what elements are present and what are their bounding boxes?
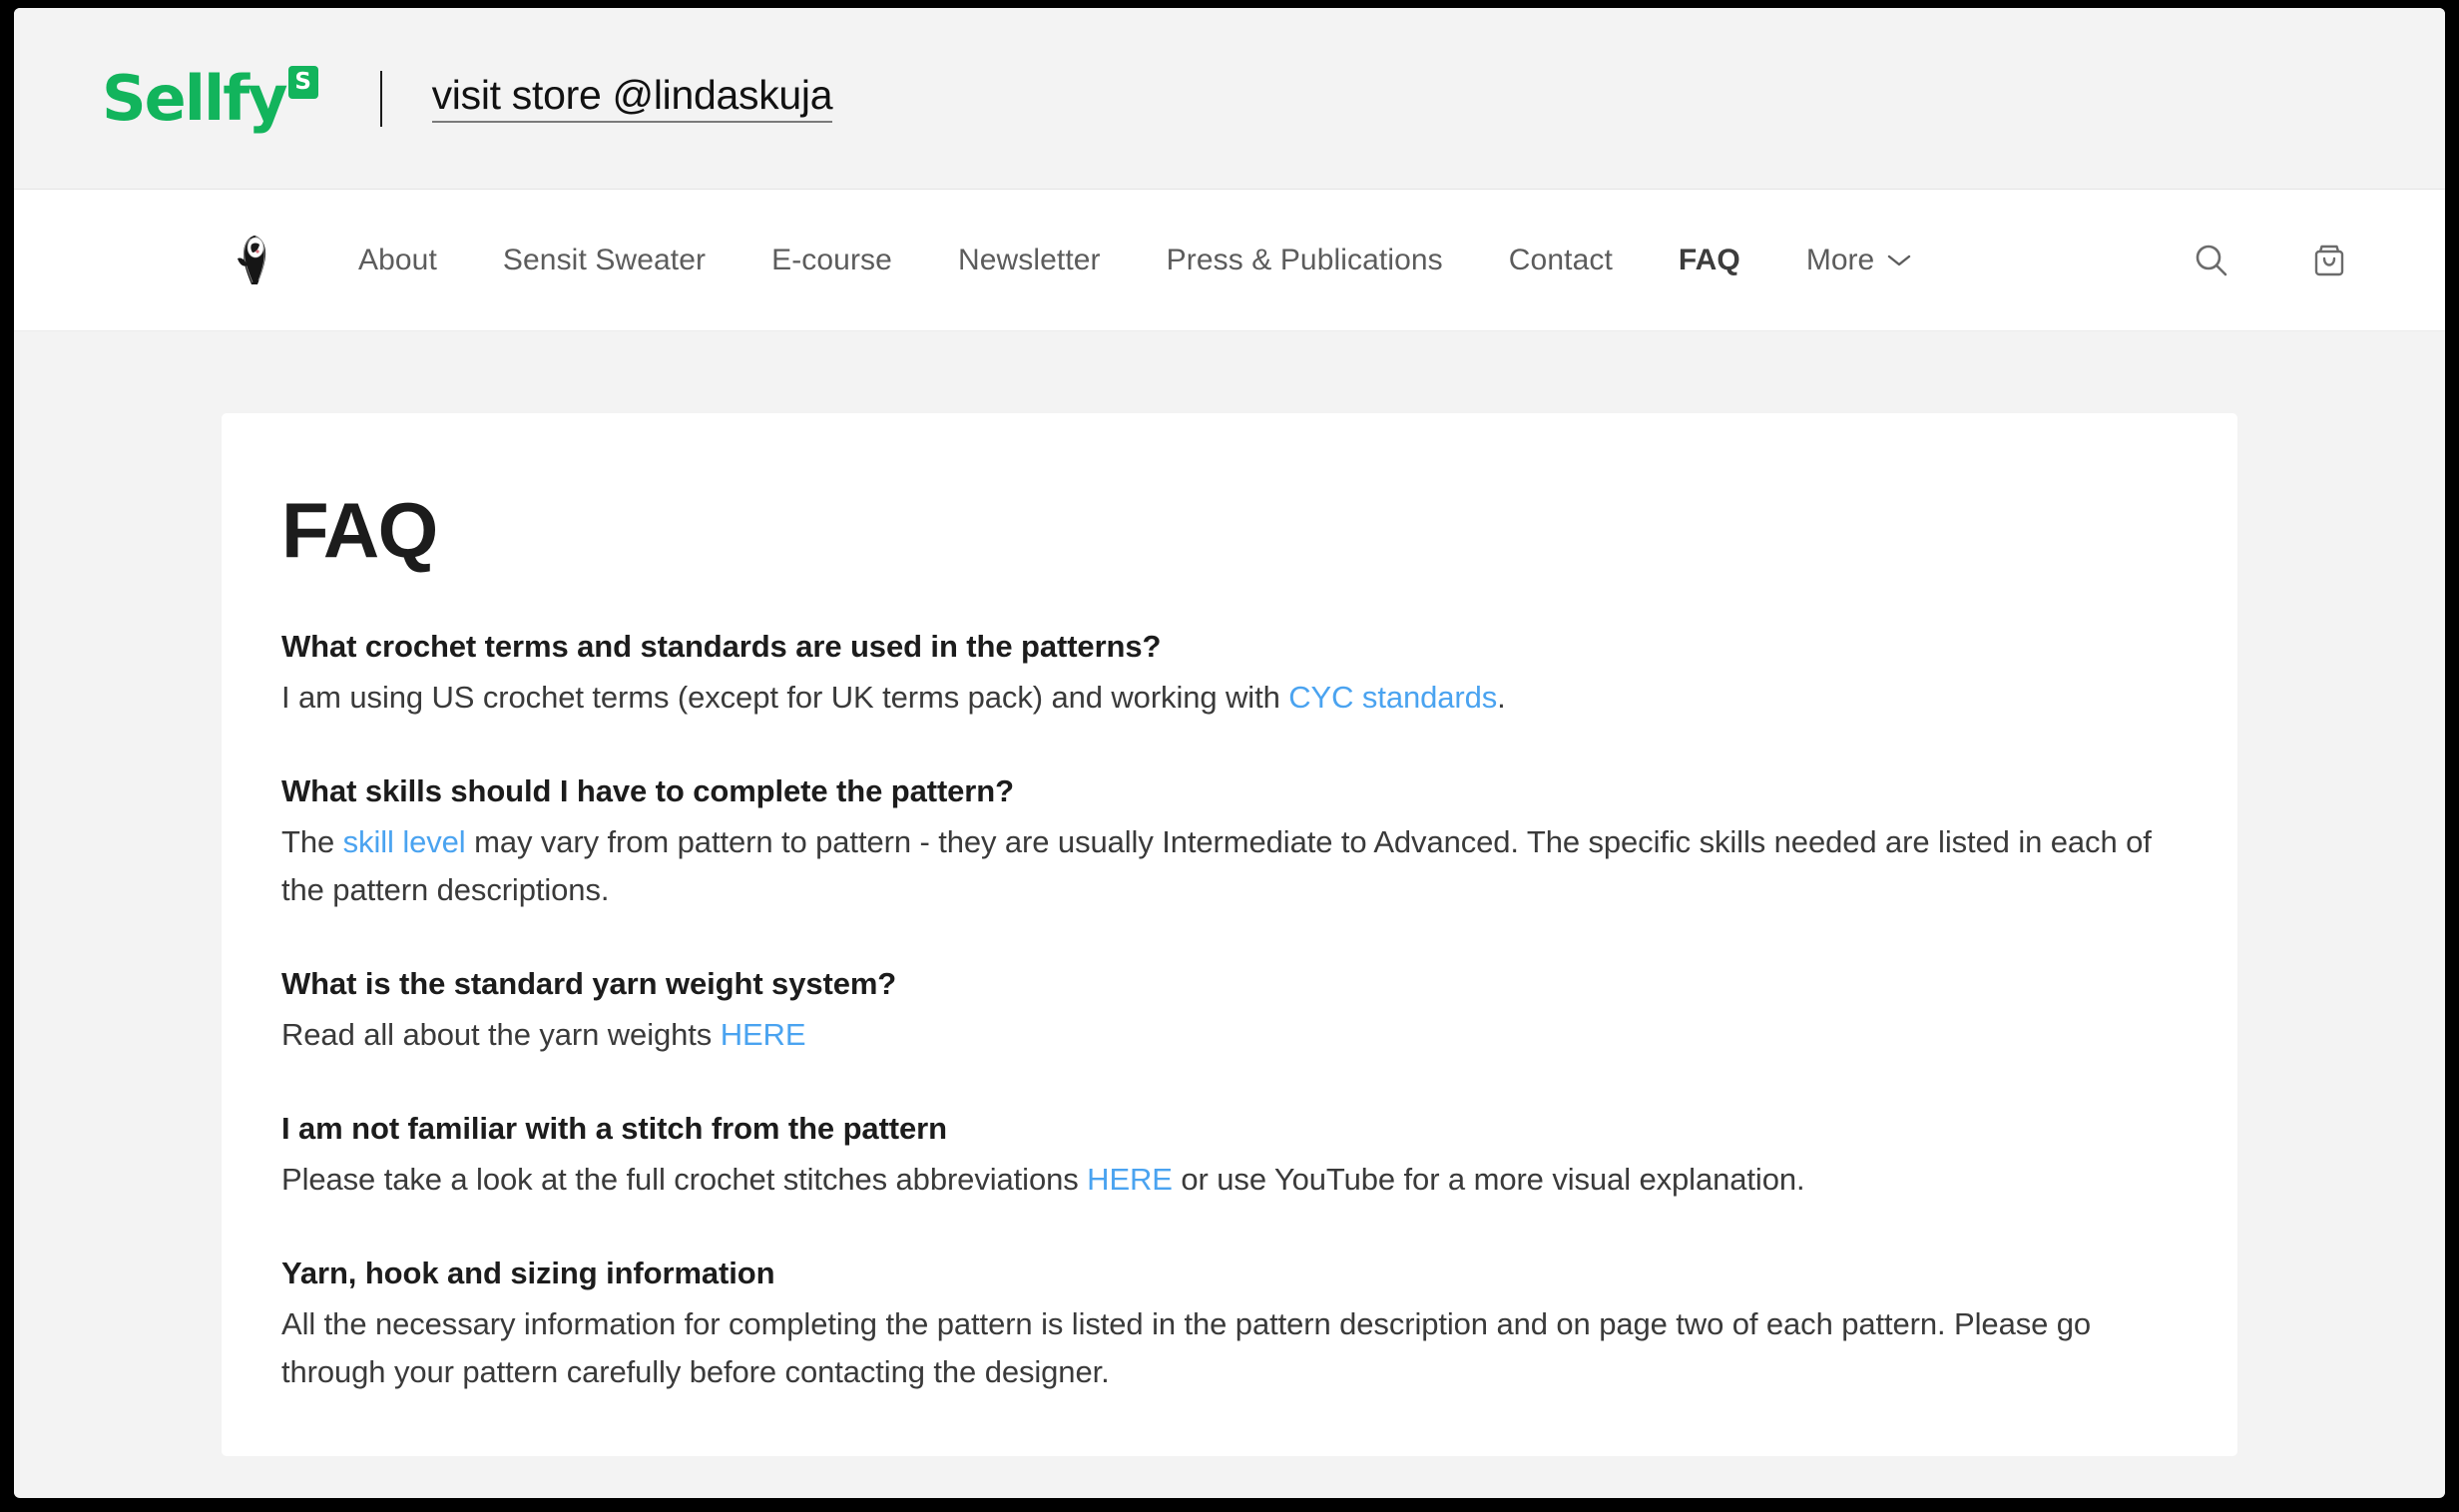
sellfy-logo[interactable]: Sellfy S [102,61,318,135]
faq-answer: I am using US crochet terms (except for … [281,674,2178,722]
faq-answer-link[interactable]: skill level [343,824,466,859]
chevron-down-icon [1888,254,1911,265]
faq-answer-text: . [1497,679,1506,715]
faq-answer: All the necessary information for comple… [281,1300,2178,1396]
faq-item: Yarn, hook and sizing information All the… [281,1252,2178,1396]
faq-answer-text: or use YouTube for a more visual explana… [1172,1161,1805,1197]
faq-answer-text: Read all about the yarn weights [281,1016,721,1052]
faq-item: What skills should I have to complete th… [281,769,2178,914]
nav-item-more[interactable]: More [1773,244,1945,277]
faq-answer-link[interactable]: HERE [721,1017,806,1052]
faq-answer: Read all about the yarn weights HERE [281,1011,2178,1059]
search-button[interactable] [2192,241,2231,280]
faq-list: What crochet terms and standards are use… [281,625,2178,1396]
faq-answer-link[interactable]: HERE [1087,1162,1173,1197]
faq-answer: The skill level may vary from pattern to… [281,818,2178,914]
store-avatar-icon[interactable] [232,233,277,288]
nav-item-e-course[interactable]: E-course [738,244,925,277]
faq-question: What crochet terms and standards are use… [281,629,1162,664]
cart-button[interactable] [2309,241,2349,280]
nav-item-press-publications[interactable]: Press & Publications [1134,244,1476,277]
page-viewport: Sellfy S visit store @lindaskuja About S… [14,8,2445,1498]
content-area: FAQ What crochet terms and standards are… [14,331,2445,1497]
site-navigation-bar: About Sensit Sweater E-course Newsletter… [14,190,2445,331]
browser-frame: Sellfy S visit store @lindaskuja About S… [0,0,2459,1512]
faq-answer-text: All the necessary information for comple… [281,1305,2092,1389]
nav-item-sensit-sweater[interactable]: Sensit Sweater [470,244,738,277]
sellfy-banner: Sellfy S visit store @lindaskuja [14,8,2445,190]
faq-question: Yarn, hook and sizing information [281,1255,775,1290]
faq-question: What is the standard yarn weight system? [281,966,897,1002]
sellfy-logo-badge: S [287,65,318,99]
sellfy-logo-wordmark: Sellfy [102,61,288,135]
faq-answer-text: may vary from pattern to pattern - they … [281,823,2152,907]
faq-question: I am not familiar with a stitch from the… [281,1111,947,1146]
faq-item: I am not familiar with a stitch from the… [281,1107,2178,1204]
faq-card: FAQ What crochet terms and standards are… [222,413,2237,1457]
nav-more-label: More [1805,243,1875,276]
search-icon [2196,245,2227,275]
visit-store-link[interactable]: visit store @lindaskuja [431,74,833,123]
nav-links: About Sensit Sweater E-course Newsletter… [325,244,2192,277]
shopping-bag-icon [2314,245,2344,275]
nav-actions [2192,241,2349,280]
faq-answer-text: The [281,823,343,859]
nav-item-faq[interactable]: FAQ [1646,244,1773,277]
banner-divider [379,70,382,127]
faq-question: What skills should I have to complete th… [281,772,1014,808]
faq-item: What crochet terms and standards are use… [281,625,2178,722]
page-title: FAQ [281,486,438,574]
nav-item-contact[interactable]: Contact [1476,244,1646,277]
faq-answer: Please take a look at the full crochet s… [281,1156,2178,1204]
faq-answer-link[interactable]: CYC standards [1288,680,1497,715]
faq-answer-text: Please take a look at the full crochet s… [281,1161,1088,1197]
nav-item-about[interactable]: About [325,244,470,277]
faq-answer-text: I am using US crochet terms (except for … [281,679,1289,715]
nav-item-newsletter[interactable]: Newsletter [925,244,1134,277]
faq-item: What is the standard yarn weight system?… [281,962,2178,1059]
